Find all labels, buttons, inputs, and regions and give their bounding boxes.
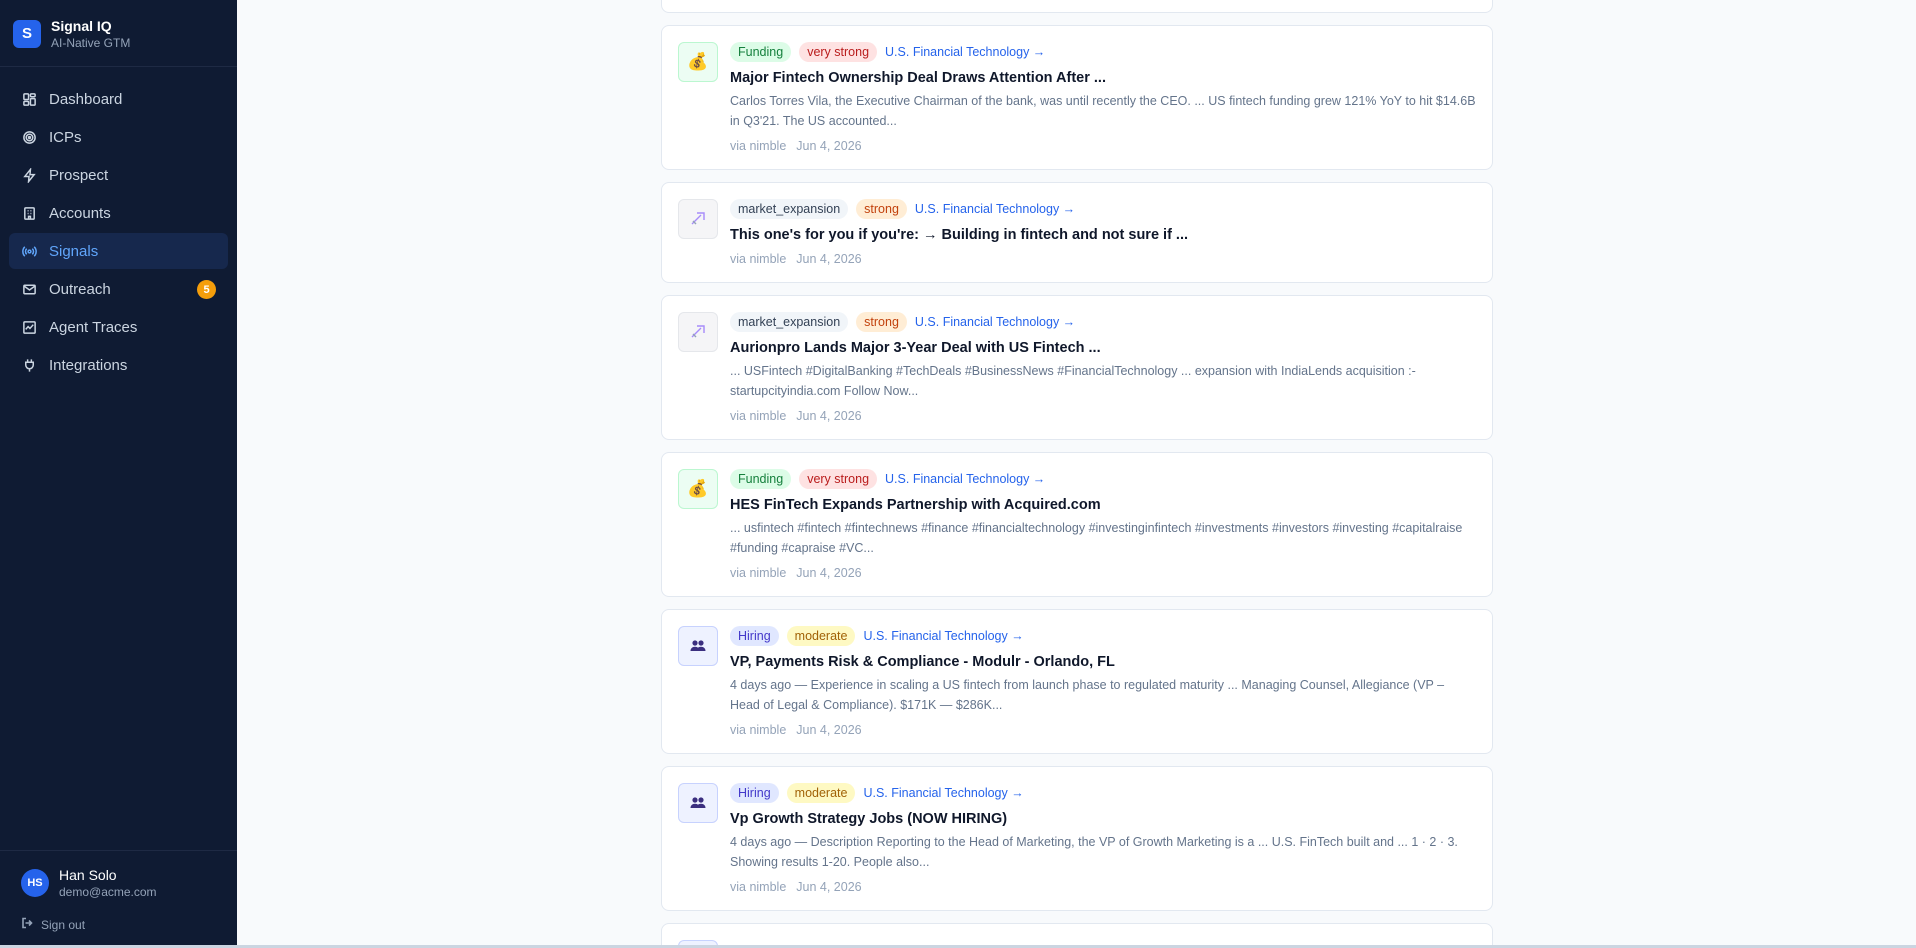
nav-label: Agent Traces	[49, 318, 138, 336]
main-content: 💰 Funding very strong U.S. Financial Tec…	[237, 0, 1916, 948]
signal-snippet: 4 days ago — Description Reporting to th…	[730, 835, 1458, 869]
signal-card-partial[interactable]	[661, 0, 1493, 13]
signal-snippet: ... USFintech #DigitalBanking #TechDeals…	[730, 364, 1416, 398]
telescope-icon	[678, 312, 718, 352]
signal-snippet: ... usfintech #fintech #fintechnews #fin…	[730, 521, 1463, 555]
signal-card[interactable]: 💰 Funding very strong U.S. Financial Tec…	[661, 452, 1493, 597]
sidebar: S Signal IQ AI-Native GTM Dashboard ICPs…	[0, 0, 237, 948]
nav-item-accounts[interactable]: Accounts	[9, 195, 228, 231]
account-link[interactable]: U.S. Financial Technology →	[915, 315, 1075, 329]
nav-label: ICPs	[49, 128, 82, 146]
trace-icon	[22, 320, 37, 335]
signal-type-badge: market_expansion	[730, 199, 849, 219]
nav-item-prospect[interactable]: Prospect	[9, 157, 228, 193]
signal-strength-badge: very strong	[799, 42, 878, 62]
sign-out-icon	[21, 917, 33, 932]
signal-title[interactable]: VP, Payments Risk & Compliance - Modulr …	[730, 653, 1476, 671]
signal-date: Jun 4, 2026	[796, 409, 862, 423]
signal-snippet: 4 days ago — Experience in scaling a US …	[730, 678, 1445, 712]
signal-card[interactable]: market_expansion strong U.S. Financial T…	[661, 182, 1493, 283]
signal-source: via nimble	[730, 880, 787, 894]
signal-type-badge: Hiring	[730, 783, 779, 803]
signal-source: via nimble	[730, 252, 787, 266]
nav-item-icps[interactable]: ICPs	[9, 119, 228, 155]
nav-label: Integrations	[49, 356, 128, 374]
nav-item-dashboard[interactable]: Dashboard	[9, 81, 228, 117]
plug-icon	[22, 358, 37, 373]
nav-item-outreach[interactable]: Outreach 5	[9, 271, 228, 307]
signal-card[interactable]: market_expansion strong U.S. Financial T…	[661, 295, 1493, 440]
signal-strength-badge: strong	[856, 199, 907, 219]
signal-source: via nimble	[730, 139, 787, 153]
nav-label: Prospect	[49, 166, 109, 184]
people-icon	[678, 626, 718, 666]
main-nav: Dashboard ICPs Prospect Accounts Signals…	[0, 67, 237, 383]
avatar: HS	[21, 869, 49, 897]
signal-strength-badge: moderate	[786, 626, 856, 646]
nav-label: Accounts	[49, 204, 111, 222]
signal-source: via nimble	[730, 723, 787, 737]
brand-logo[interactable]: S	[13, 19, 41, 48]
signal-source: via nimble	[730, 409, 787, 423]
signal-card[interactable]: Hiring moderate U.S. Financial Technolog…	[661, 609, 1493, 754]
signal-title[interactable]: Vp Growth Strategy Jobs (NOW HIRING)	[730, 810, 1476, 828]
building-icon	[22, 206, 37, 221]
sign-out-button[interactable]: Sign out	[21, 917, 224, 932]
user-name: Han Solo	[59, 867, 117, 883]
sign-out-label: Sign out	[41, 917, 86, 932]
signal-type-badge: market_expansion	[730, 312, 849, 332]
nav-label: Dashboard	[49, 90, 123, 108]
signal-card[interactable]: 💰 Funding very strong U.S. Financial Tec…	[661, 25, 1493, 170]
account-link[interactable]: U.S. Financial Technology →	[915, 202, 1075, 216]
money-bag-icon: 💰	[678, 42, 718, 82]
signal-date: Jun 4, 2026	[796, 566, 862, 580]
signal-title[interactable]: This one's for you if you're: → Building…	[730, 226, 1476, 244]
brand-subtitle: AI-Native GTM	[51, 35, 131, 50]
money-bag-icon: 💰	[678, 469, 718, 509]
signal-strength-badge: very strong	[799, 469, 878, 489]
sidebar-footer: HS Han Solo demo@acme.com Sign out	[0, 850, 237, 948]
radio-icon	[22, 244, 37, 259]
mail-icon	[22, 282, 37, 297]
account-link[interactable]: U.S. Financial Technology →	[863, 629, 1023, 643]
brand-name: Signal IQ	[51, 17, 112, 34]
telescope-icon	[678, 199, 718, 239]
user-email: demo@acme.com	[59, 885, 157, 899]
signal-strength-badge: strong	[856, 312, 907, 332]
bolt-icon	[22, 167, 37, 183]
signal-type-badge: Funding	[730, 42, 792, 62]
signal-date: Jun 4, 2026	[796, 139, 862, 153]
user-profile[interactable]: HS Han Solo demo@acme.com	[21, 867, 224, 899]
signal-title[interactable]: Major Fintech Ownership Deal Draws Atten…	[730, 69, 1476, 87]
nav-label: Signals	[49, 242, 99, 260]
nav-item-agent-traces[interactable]: Agent Traces	[9, 309, 228, 345]
people-icon	[678, 783, 718, 823]
account-link[interactable]: U.S. Financial Technology →	[885, 472, 1045, 486]
dashboard-icon	[22, 92, 37, 107]
outreach-count-badge: 5	[197, 280, 216, 299]
signals-feed: 💰 Funding very strong U.S. Financial Tec…	[661, 0, 1493, 948]
nav-label: Outreach	[49, 280, 111, 298]
nav-item-integrations[interactable]: Integrations	[9, 347, 228, 383]
signal-card[interactable]: Hiring moderate U.S. Financial Technolog…	[661, 766, 1493, 911]
nav-item-signals[interactable]: Signals	[9, 233, 228, 269]
signal-title[interactable]: HES FinTech Expands Partnership with Acq…	[730, 496, 1476, 514]
signal-strength-badge: moderate	[786, 783, 856, 803]
signal-date: Jun 4, 2026	[796, 723, 862, 737]
signal-title[interactable]: Aurionpro Lands Major 3-Year Deal with U…	[730, 339, 1476, 357]
signal-snippet: Carlos Torres Vila, the Executive Chairm…	[730, 94, 1476, 128]
signal-type-badge: Hiring	[730, 626, 779, 646]
signal-date: Jun 4, 2026	[796, 880, 862, 894]
account-link[interactable]: U.S. Financial Technology →	[885, 45, 1045, 59]
brand: S Signal IQ AI-Native GTM	[0, 0, 237, 67]
signal-date: Jun 4, 2026	[796, 252, 862, 266]
signal-type-badge: Funding	[730, 469, 792, 489]
target-icon	[22, 130, 37, 145]
account-link[interactable]: U.S. Financial Technology →	[863, 786, 1023, 800]
signal-source: via nimble	[730, 566, 787, 580]
